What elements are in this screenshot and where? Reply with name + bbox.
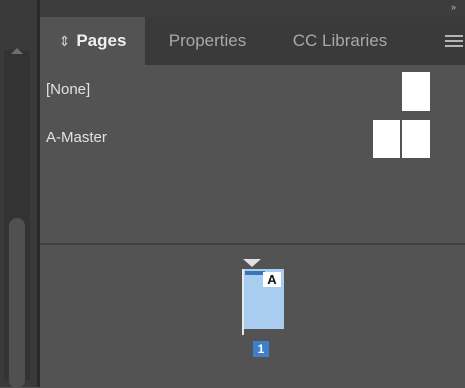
scroll-up-arrow-icon[interactable]: [11, 48, 23, 54]
tab-properties-label: Properties: [168, 31, 247, 50]
panel-header-strip: »: [40, 0, 465, 17]
tab-cc-libraries[interactable]: CC Libraries: [270, 17, 410, 65]
page-spine: [242, 269, 244, 335]
master-item-label: [None]: [46, 81, 91, 98]
tab-pages[interactable]: ⇕ Pages: [40, 17, 145, 65]
masters-section: [None] A-Master: [40, 65, 465, 245]
master-item-none[interactable]: [None]: [40, 70, 465, 120]
master-item-a-master[interactable]: A-Master: [40, 118, 465, 168]
tab-properties[interactable]: Properties: [145, 17, 270, 65]
sort-arrows-icon: ⇕: [58, 33, 71, 49]
tab-pages-label: Pages: [76, 31, 127, 50]
left-dock-gutter: [0, 0, 37, 388]
tab-cc-libraries-label: CC Libraries: [292, 31, 388, 50]
page-color-label: [245, 271, 265, 275]
hamburger-menu-icon[interactable]: [445, 35, 463, 47]
document-pages-section: A 1: [40, 245, 465, 387]
spread-indicator-icon: [243, 259, 261, 267]
panel-tab-bar: ⇕ Pages Properties CC Libraries: [40, 17, 465, 65]
scrollbar-thumb[interactable]: [9, 218, 25, 388]
applied-master-prefix: A: [263, 272, 281, 287]
collapse-panels-icon[interactable]: »: [451, 2, 456, 12]
spread-right-page-thumbnail[interactable]: [402, 120, 430, 158]
spread-left-page-thumbnail[interactable]: [373, 120, 400, 158]
page-number-badge: 1: [253, 341, 269, 357]
single-page-thumbnail[interactable]: [402, 72, 430, 111]
master-item-label: A-Master: [46, 129, 107, 146]
